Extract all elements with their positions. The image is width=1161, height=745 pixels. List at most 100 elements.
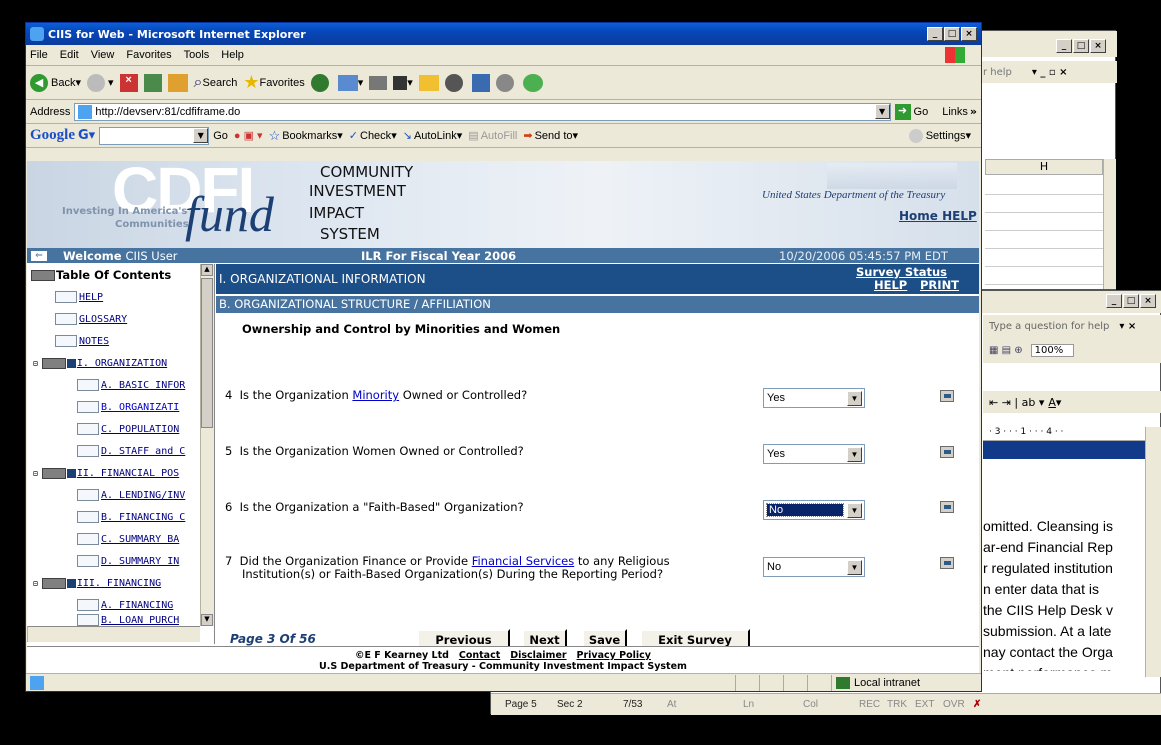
bg-help-hint[interactable]: r help <box>983 67 1012 78</box>
menu-file[interactable]: File <box>30 49 48 61</box>
discuss-button[interactable] <box>495 73 517 92</box>
toc-item-summary-ba[interactable]: C. SUMMARY BA <box>77 528 179 550</box>
menu-view[interactable]: View <box>91 49 115 61</box>
word-document[interactable]: omitted. Cleansing is ar-end Financial R… <box>983 461 1145 671</box>
maximize-icon[interactable]: □ <box>1123 294 1139 308</box>
favorites-button[interactable]: ★ Favorites <box>243 72 304 93</box>
messenger-button[interactable] <box>522 73 543 92</box>
answer-select-4[interactable]: Yes ▼ <box>763 388 865 408</box>
toc-item-financing-a[interactable]: A. FINANCING <box>77 594 173 616</box>
home-help-link[interactable]: Home HELP <box>899 209 977 223</box>
spellcheck-icon[interactable]: ✗ <box>973 699 981 710</box>
toc-horizontal-scrollbar[interactable] <box>27 626 200 642</box>
autolink-button[interactable]: ↘ AutoLink ▾ <box>403 129 463 143</box>
column-header-h[interactable]: H <box>985 159 1103 175</box>
toc-vertical-scrollbar[interactable]: ▲ ▼ <box>200 264 214 626</box>
toc-item-staff[interactable]: D. STAFF and C <box>77 440 185 462</box>
sendto-button[interactable]: ➡ Send to ▾ <box>523 129 578 143</box>
bookmarks-button[interactable]: ☆ Bookmarks ▾ <box>269 128 343 144</box>
close-icon[interactable]: × <box>1090 39 1106 53</box>
answer-select-6[interactable]: No ▼ <box>763 500 865 520</box>
contact-link[interactable]: Contact <box>459 650 500 661</box>
status-ovr[interactable]: OVR <box>943 699 973 710</box>
mail-button[interactable]: ▾ <box>337 74 363 91</box>
minimize-icon[interactable]: _ <box>1056 39 1072 53</box>
status-rec[interactable]: REC <box>859 699 887 710</box>
disclaimer-link[interactable]: Disclaimer <box>510 650 566 661</box>
check-button[interactable]: ✓ Check ▾ <box>349 129 397 143</box>
bg-scrollbar[interactable] <box>1103 159 1116 289</box>
close-icon[interactable]: × <box>961 27 977 41</box>
menu-tools[interactable]: Tools <box>184 49 210 61</box>
answer-select-7[interactable]: No ▼ <box>763 557 865 577</box>
note-icon[interactable] <box>940 557 954 569</box>
print-link[interactable]: PRINT <box>920 278 959 292</box>
note-icon[interactable] <box>940 501 954 513</box>
google-search-input[interactable]: ▼ <box>99 126 210 145</box>
chevron-down-icon[interactable]: ▼ <box>847 559 862 575</box>
word-help-input[interactable]: Type a question for help <box>989 321 1109 332</box>
google-go-button[interactable]: Go <box>213 130 228 142</box>
zoom-select[interactable]: 100% <box>1030 343 1075 357</box>
maximize-icon[interactable]: □ <box>1073 39 1089 53</box>
home-button[interactable] <box>167 73 188 92</box>
toc-item-help[interactable]: HELP <box>55 286 103 308</box>
note-icon[interactable] <box>940 446 954 458</box>
google-g-icon[interactable]: G▾ <box>78 128 95 143</box>
answer-select-5[interactable]: Yes ▼ <box>763 444 865 464</box>
search-button[interactable]: ⌕ Search <box>194 74 238 92</box>
formatting-toolbar[interactable]: ⇤ ⇥ | ab ▾ A ▾ <box>983 391 1161 413</box>
survey-status-link[interactable]: Survey Status <box>856 265 947 279</box>
chevron-down-icon[interactable]: ▼ <box>874 104 890 119</box>
research-button[interactable] <box>471 73 490 92</box>
links-button[interactable]: Links <box>942 106 968 118</box>
go-button[interactable]: ➜ Go <box>894 103 928 120</box>
toc-item-basic-info[interactable]: A. BASIC INFOR <box>77 374 185 396</box>
word-scrollbar[interactable] <box>1145 427 1161 677</box>
refresh-button[interactable] <box>143 73 162 92</box>
title-bar[interactable]: CIIS for Web - Microsoft Internet Explor… <box>26 23 981 45</box>
toc-item-financing[interactable]: ⊟ III. FINANCING <box>33 572 161 594</box>
maximize-icon[interactable]: □ <box>944 27 960 41</box>
toc-item-financial-pos[interactable]: ⊟ II. FINANCIAL POS <box>33 462 179 484</box>
folder-button[interactable] <box>418 74 439 91</box>
toc-item-financing-c[interactable]: B. FINANCING C <box>77 506 185 528</box>
settings-button[interactable]: Settings ▾ <box>908 128 971 143</box>
status-ext[interactable]: EXT <box>915 699 943 710</box>
forward-button[interactable]: ▾ <box>87 73 114 92</box>
minimize-icon[interactable]: _ <box>1106 294 1122 308</box>
toc-item-organization[interactable]: ⊟ I. ORGANIZATION <box>33 352 167 374</box>
print-button[interactable] <box>369 75 388 90</box>
menu-edit[interactable]: Edit <box>60 49 79 61</box>
minority-link[interactable]: Minority <box>352 388 399 402</box>
table-icon[interactable]: ▦ ▤ ⊕ <box>989 345 1023 356</box>
minimize-icon[interactable]: _ <box>927 27 943 41</box>
close-icon[interactable]: × <box>1140 294 1156 308</box>
autofill-button[interactable]: ▤ AutoFill <box>468 129 517 143</box>
toc-item-glossary[interactable]: GLOSSARY <box>55 308 127 330</box>
stop-button[interactable]: × <box>119 73 138 92</box>
toc-item-lending[interactable]: A. LENDING/INV <box>77 484 185 506</box>
status-trk[interactable]: TRK <box>887 699 915 710</box>
bg-window-menu-controls[interactable]: ▾ _ ▫ × <box>1032 67 1068 78</box>
google-icons[interactable]: ● ▣ ▾ <box>234 129 263 142</box>
collapse-toc-icon[interactable]: ⇐ <box>31 250 47 261</box>
chevron-down-icon[interactable]: ▼ <box>847 446 862 462</box>
help-link[interactable]: HELP <box>874 278 907 292</box>
menu-favorites[interactable]: Favorites <box>126 49 171 61</box>
privacy-policy-link[interactable]: Privacy Policy <box>577 650 651 661</box>
chevron-down-icon[interactable]: ▼ <box>847 502 862 518</box>
edit-button[interactable]: ▾ <box>393 75 413 90</box>
chevron-down-icon[interactable]: ▼ <box>847 390 862 406</box>
menu-help[interactable]: Help <box>221 49 244 61</box>
address-input[interactable]: http://devserv:81/cdfiframe.do ▼ <box>74 102 891 121</box>
toc-item-loan-purch[interactable]: B. LOAN PURCH <box>77 614 179 626</box>
history-button[interactable] <box>310 73 332 92</box>
back-button[interactable]: ◀ Back ▾ <box>30 73 81 92</box>
toc-item-population[interactable]: C. POPULATION <box>77 418 179 440</box>
financial-services-link[interactable]: Financial Services <box>472 554 575 568</box>
tool-button-1[interactable] <box>444 73 466 92</box>
note-icon[interactable] <box>940 390 954 402</box>
toc-item-org-structure[interactable]: B. ORGANIZATI <box>77 396 179 418</box>
toc-item-notes[interactable]: NOTES <box>55 330 109 352</box>
